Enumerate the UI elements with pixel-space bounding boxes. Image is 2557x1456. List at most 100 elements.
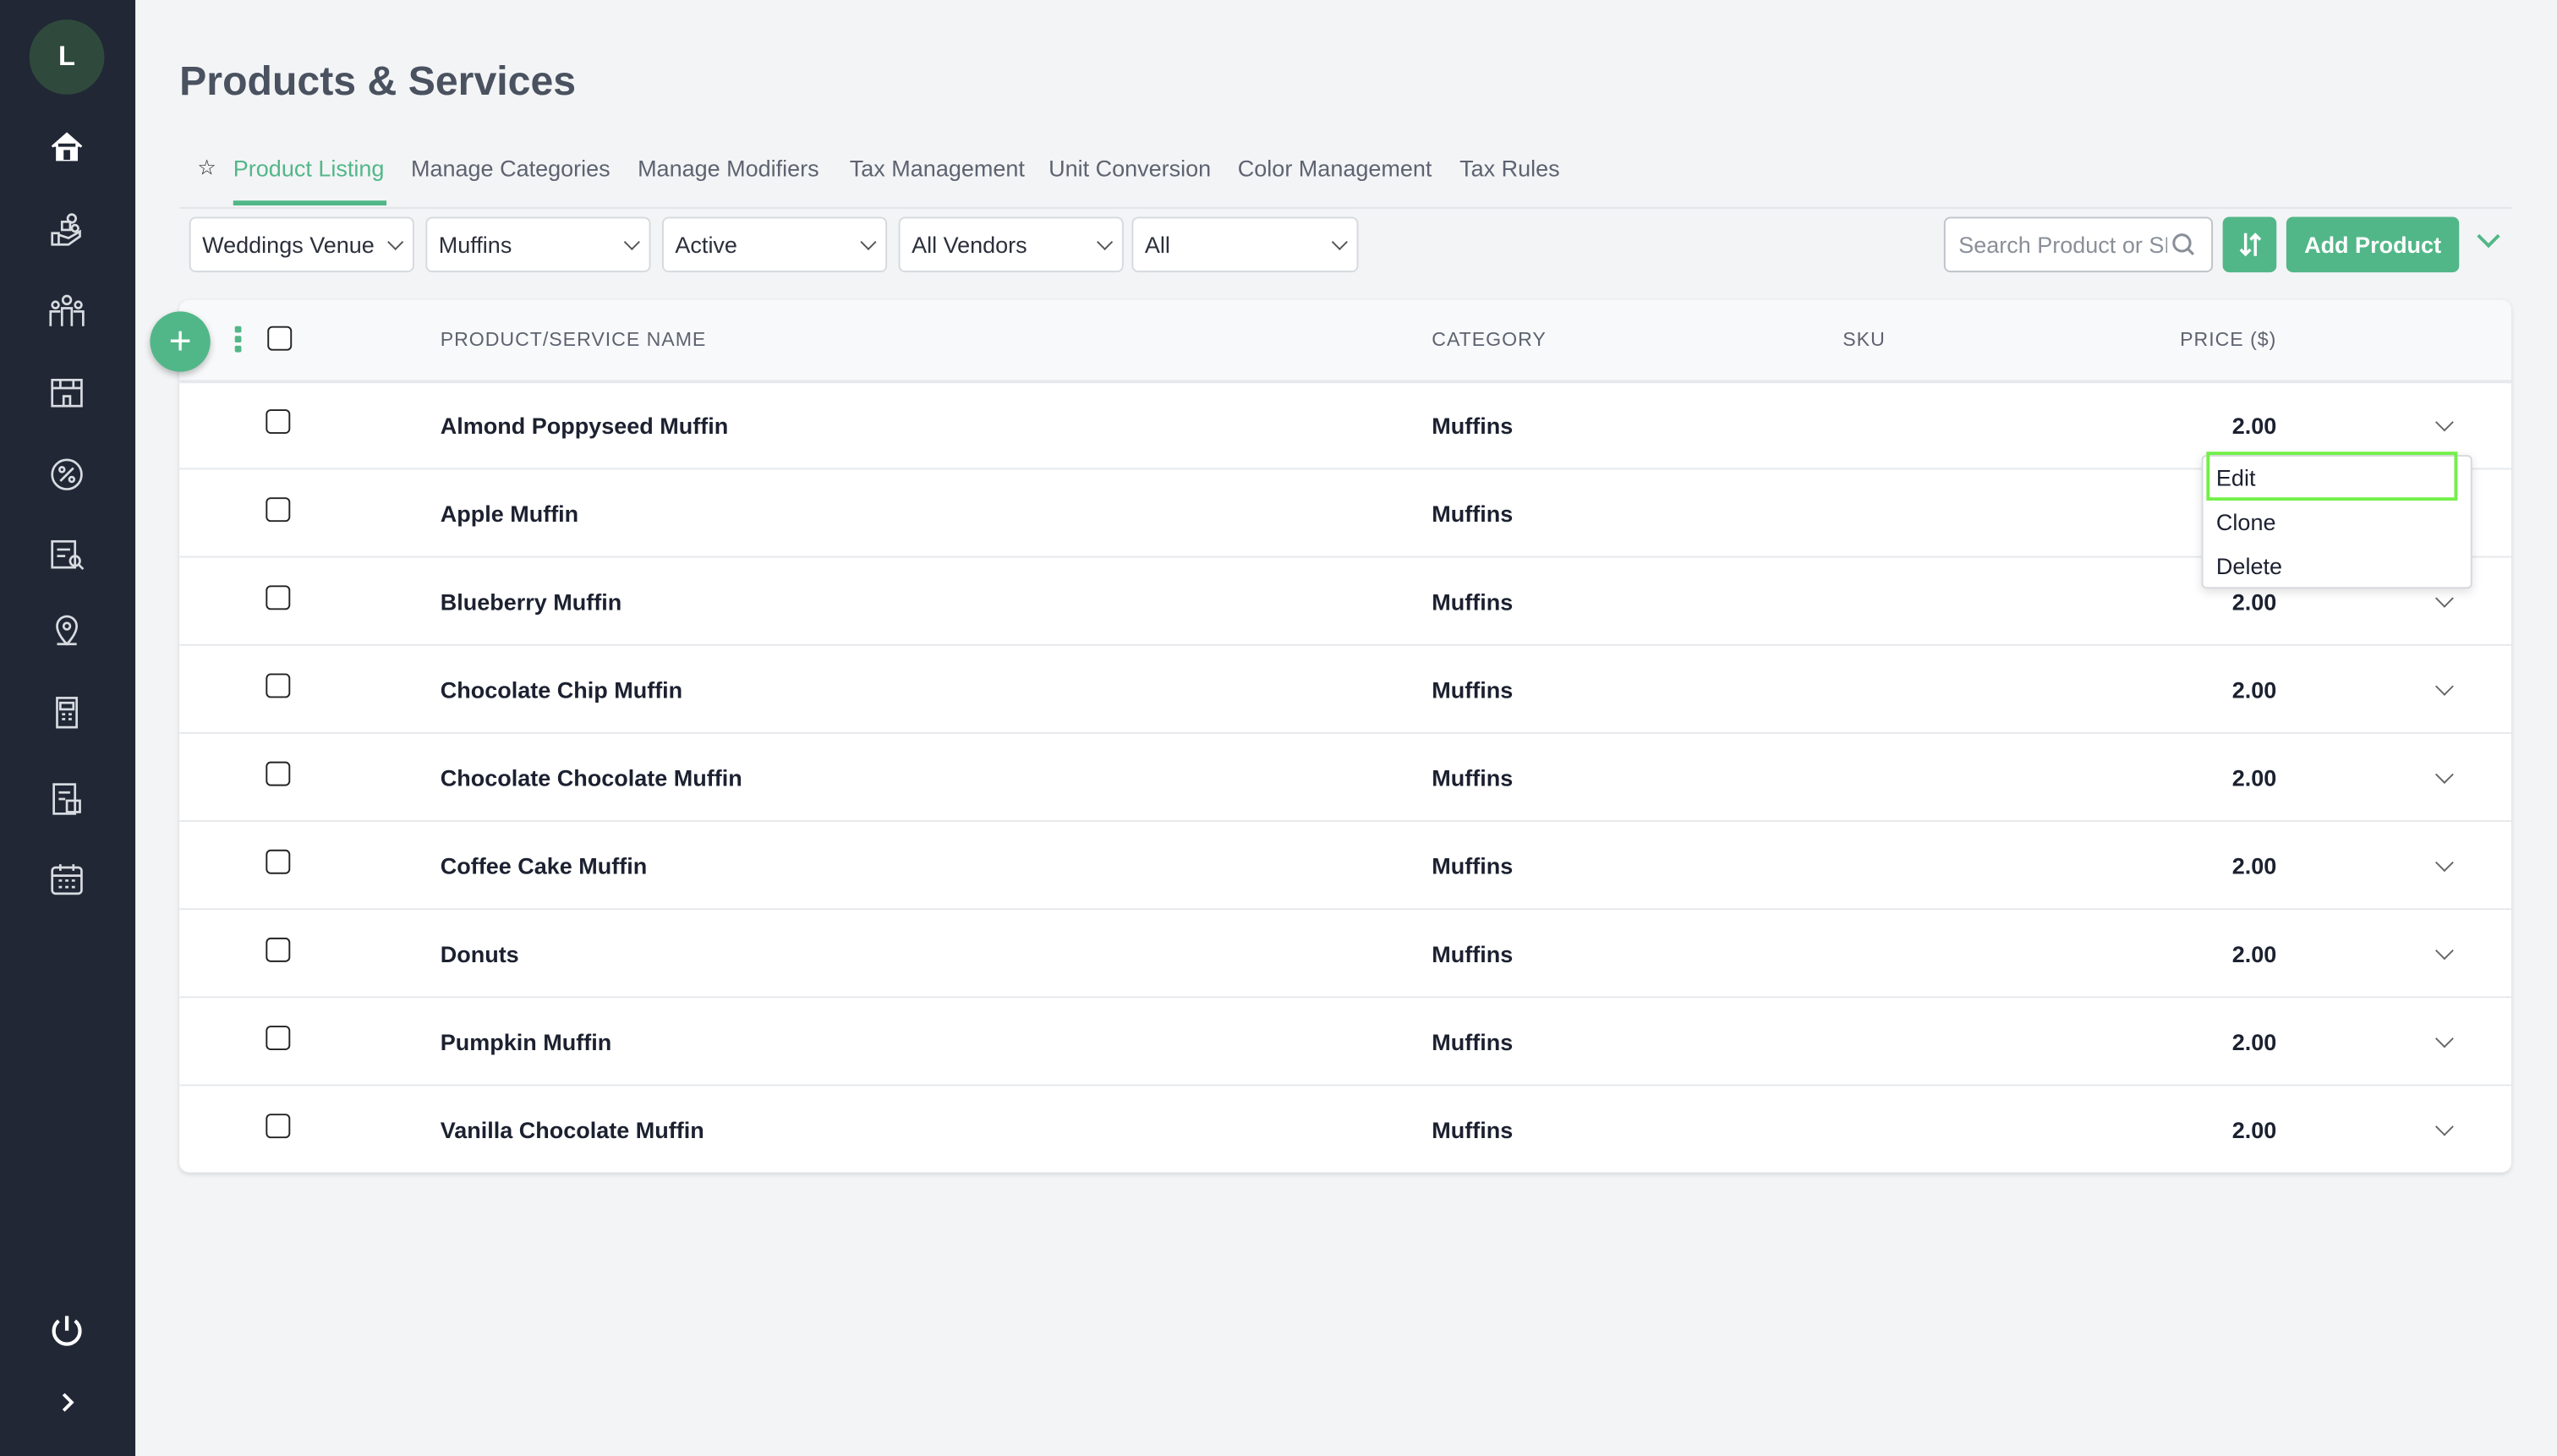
column-header-category[interactable]: CATEGORY [1432,328,1546,351]
store-icon[interactable] [42,372,91,414]
column-header-sku[interactable]: SKU [1842,328,1886,351]
row-checkbox[interactable] [266,937,291,962]
venue-value: Weddings Venue [202,231,375,258]
add-product-button[interactable]: Add Product [2286,216,2460,273]
product-name[interactable]: Blueberry Muffin [441,588,622,615]
add-row-button[interactable]: + [150,311,211,372]
row-actions-chevron-icon[interactable] [2435,677,2454,696]
invoice-icon[interactable] [42,778,91,820]
product-price: 2.00 [2231,852,2277,879]
tab-product-listing[interactable]: Product Listing [233,155,385,181]
category-value: Muffins [438,231,512,258]
table-row[interactable]: Coffee Cake Muffin Muffins 2.00 [179,822,2511,911]
tab-unit-conversion[interactable]: Unit Conversion [1049,155,1211,181]
product-category: Muffins [1432,676,1514,703]
row-actions-chevron-icon[interactable] [2435,1029,2454,1048]
column-header-price[interactable]: PRICE ($) [2180,328,2276,351]
row-checkbox[interactable] [266,585,291,610]
table-header: PRODUCT/SERVICE NAME CATEGORY SKU PRICE … [179,299,2511,384]
vendor-select[interactable]: All Vendors [898,216,1124,273]
row-checkbox[interactable] [266,1114,291,1139]
product-name[interactable]: Coffee Cake Muffin [441,853,648,879]
expand-chevron-right-icon[interactable] [42,1381,91,1423]
status-value: Active [675,231,737,258]
chevron-down-icon [1097,233,1114,249]
search-icon[interactable] [2171,232,2197,258]
table-row[interactable]: Chocolate Chocolate Muffin Muffins 2.00 [179,734,2511,822]
star-icon[interactable]: ☆ [197,155,216,181]
product-name[interactable]: Almond Poppyseed Muffin [441,413,729,439]
select-all-checkbox[interactable] [267,326,293,351]
row-checkbox[interactable] [266,1026,291,1050]
search-input[interactable] [1955,229,2171,260]
product-name[interactable]: Chocolate Chip Muffin [441,676,682,703]
type-select[interactable]: All [1131,216,1359,273]
table-row[interactable]: Vanilla Chocolate Muffin Muffins 2.00 [179,1086,2511,1172]
members-icon[interactable] [42,290,91,332]
table-row[interactable]: Almond Poppyseed Muffin Muffins 2.00 [179,381,2511,470]
sort-button[interactable] [2222,216,2277,273]
category-select[interactable]: Muffins [425,216,651,273]
product-name[interactable]: Apple Muffin [441,501,578,527]
row-actions-chevron-icon[interactable] [2435,765,2454,784]
menu-item-clone[interactable]: Clone [2216,509,2276,535]
home-icon[interactable] [42,125,91,167]
column-header-name[interactable]: PRODUCT/SERVICE NAME [441,328,707,351]
location-icon[interactable] [42,608,91,650]
table-row[interactable]: Donuts Muffins 2.00 [179,910,2511,999]
row-actions-chevron-icon[interactable] [2435,588,2454,608]
pos-icon[interactable] [42,692,91,734]
calendar-icon[interactable] [42,857,91,900]
power-icon[interactable] [42,1310,91,1352]
discount-icon[interactable] [42,453,91,495]
tab-color-management[interactable]: Color Management [1238,155,1432,181]
row-checkbox[interactable] [266,409,291,434]
menu-item-delete[interactable]: Delete [2216,553,2282,579]
sort-icon [2238,233,2261,257]
donation-icon[interactable] [42,209,91,251]
product-category: Muffins [1432,501,1514,527]
venue-select[interactable]: Weddings Venue [189,216,414,273]
table-row[interactable]: Apple MuffinMuffins2.00 [179,469,2511,558]
product-name[interactable]: Pumpkin Muffin [441,1029,611,1055]
products-table: PRODUCT/SERVICE NAME CATEGORY SKU PRICE … [179,299,2511,1173]
product-name[interactable]: Vanilla Chocolate Muffin [441,1117,704,1143]
row-actions-chevron-icon[interactable] [2435,413,2454,432]
product-category: Muffins [1432,1028,1514,1055]
table-row[interactable]: Blueberry Muffin Muffins 2.00 [179,558,2511,646]
avatar[interactable]: L [29,19,105,95]
tab-tax-management[interactable]: Tax Management [850,155,1025,181]
product-category: Muffins [1432,1117,1514,1143]
type-value: All [1144,231,1170,258]
product-price: 2.00 [2231,764,2277,791]
row-checkbox[interactable] [266,761,291,786]
tab-manage-modifiers[interactable]: Manage Modifiers [638,155,819,181]
active-tab-indicator [233,200,387,205]
product-price: 2.00 [2231,940,2277,967]
reports-icon[interactable] [42,534,91,576]
product-price: 2.00 [2231,1028,2277,1055]
sidebar: L [0,0,136,1456]
row-actions-chevron-icon[interactable] [2435,853,2454,873]
search-box [1943,216,2214,273]
kebab-menu-icon[interactable] [234,326,242,356]
product-price: 2.00 [2231,1117,2277,1143]
row-actions-chevron-icon[interactable] [2435,941,2454,961]
row-checkbox[interactable] [266,849,291,874]
product-price: 2.00 [2231,676,2277,703]
row-actions-chevron-icon[interactable] [2435,1117,2454,1136]
divider [179,206,2511,209]
row-checkbox[interactable] [266,497,291,523]
table-row[interactable]: Pumpkin Muffin Muffins 2.00 [179,998,2511,1087]
status-select[interactable]: Active [661,216,888,273]
table-row[interactable]: Chocolate Chip Muffin Muffins 2.00 [179,646,2511,734]
product-name[interactable]: Donuts [441,941,519,967]
more-options-chevron-icon[interactable] [2477,225,2500,249]
highlight-edit [2206,452,2458,501]
product-category: Muffins [1432,764,1514,791]
tab-tax-rules[interactable]: Tax Rules [1459,155,1560,181]
product-category: Muffins [1432,852,1514,879]
product-name[interactable]: Chocolate Chocolate Muffin [441,764,742,791]
row-checkbox[interactable] [266,673,291,698]
tab-manage-categories[interactable]: Manage Categories [411,155,611,181]
